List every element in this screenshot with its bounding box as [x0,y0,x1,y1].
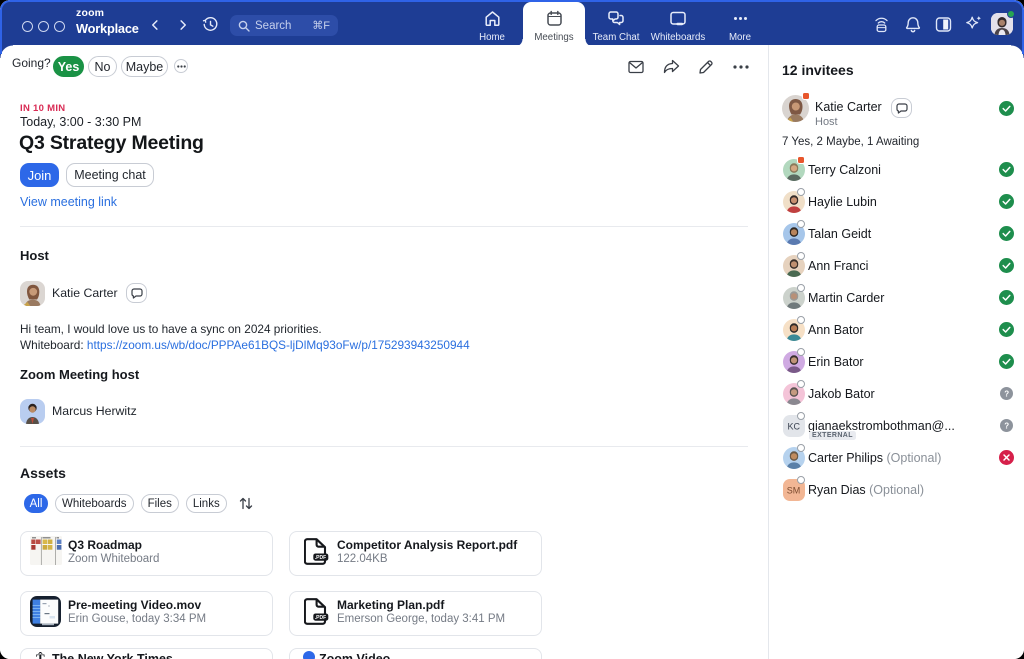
svg-text:KC: KC [788,422,801,432]
svg-text:SM: SM [787,486,801,496]
svg-text:.PDF: .PDF [315,615,326,621]
svg-text:?: ? [1004,389,1009,398]
svg-text:.PDF: .PDF [315,555,326,561]
svg-text:?: ? [1004,421,1009,430]
